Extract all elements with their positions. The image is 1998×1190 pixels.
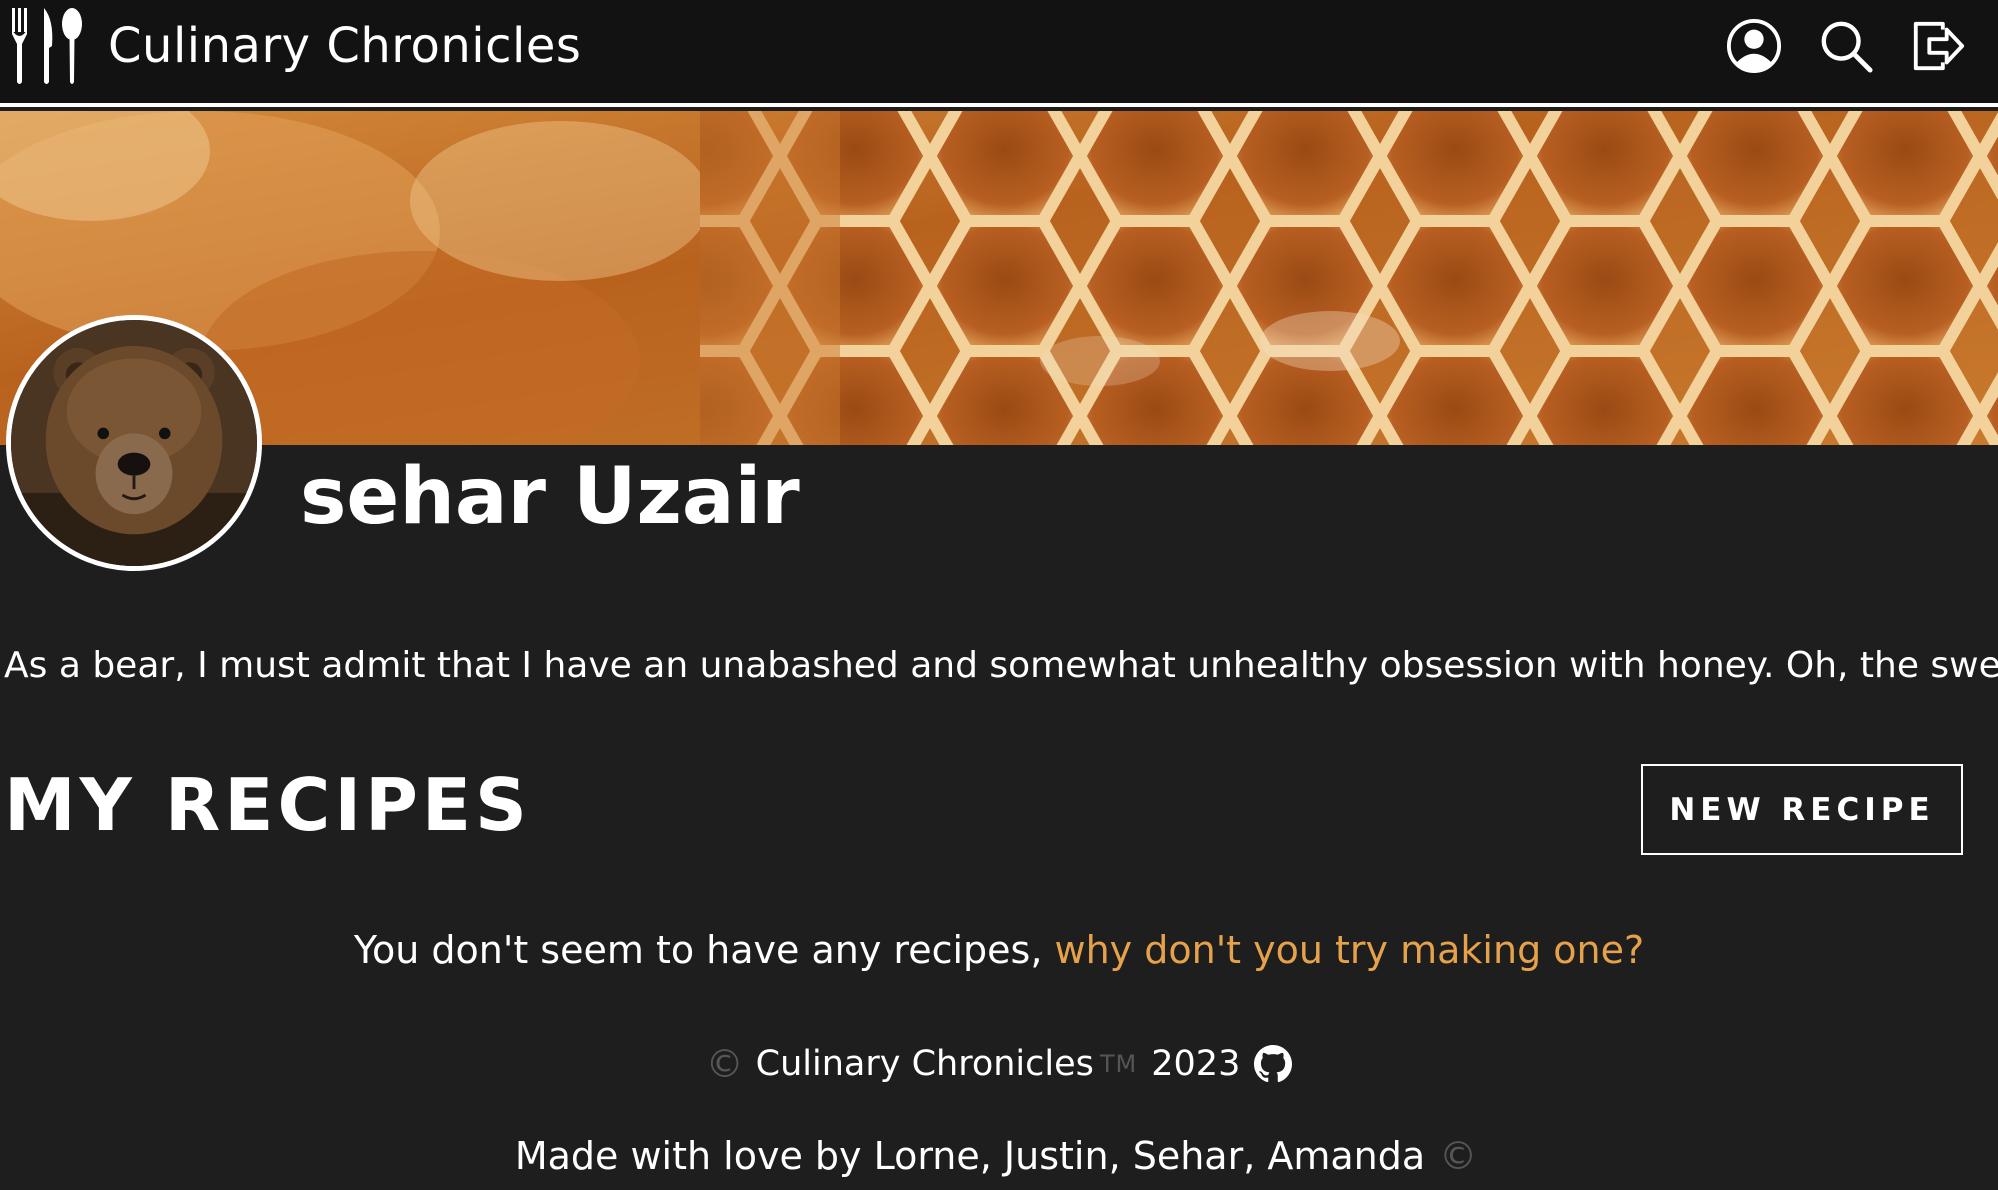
- profile-icon: [1726, 18, 1782, 74]
- github-icon[interactable]: [1254, 1045, 1293, 1083]
- profile-banner: [0, 111, 1998, 445]
- create-recipe-link[interactable]: why don't you try making one?: [1055, 928, 1645, 972]
- logout-icon: [1913, 21, 1965, 71]
- trademark-mark: TM: [1099, 1050, 1138, 1078]
- footer-credits: Made with love by Lorne, Justin, Sehar, …: [0, 1134, 1998, 1178]
- footer-copyright: © Culinary Chronicles TM 2023: [0, 1042, 1998, 1086]
- top-nav: Culinary Chronicles: [0, 0, 1998, 107]
- bear-avatar-image: [11, 320, 257, 566]
- profile-button[interactable]: [1726, 12, 1782, 80]
- footer-year: 2023: [1151, 1044, 1241, 1084]
- honeycomb-banner-image: [0, 111, 1998, 445]
- search-button[interactable]: [1818, 12, 1874, 80]
- fork-knife-spoon-icon: [12, 8, 82, 84]
- copyright-icon: ©: [1439, 1134, 1478, 1178]
- empty-recipes-message: You don't seem to have any recipes, why …: [0, 928, 1998, 972]
- brand-title: Culinary Chronicles: [108, 18, 582, 74]
- credits-text: Made with love by Lorne, Justin, Sehar, …: [514, 1134, 1426, 1178]
- avatar: [6, 315, 262, 571]
- nav-icons: [1726, 12, 1966, 80]
- new-recipe-button[interactable]: NEW RECIPE: [1641, 764, 1963, 855]
- search-icon: [1821, 21, 1873, 73]
- copyright-icon: ©: [705, 1042, 744, 1086]
- logout-button[interactable]: [1910, 12, 1966, 80]
- my-recipes-heading: MY RECIPES: [4, 763, 531, 847]
- brand[interactable]: Culinary Chronicles: [10, 6, 581, 86]
- profile-name: sehar Uzair: [300, 452, 800, 542]
- footer-brand: Culinary Chronicles: [755, 1044, 1094, 1084]
- empty-recipes-text: You don't seem to have any recipes,: [353, 928, 1055, 972]
- profile-bio: As a bear, I must admit that I have an u…: [4, 645, 1998, 686]
